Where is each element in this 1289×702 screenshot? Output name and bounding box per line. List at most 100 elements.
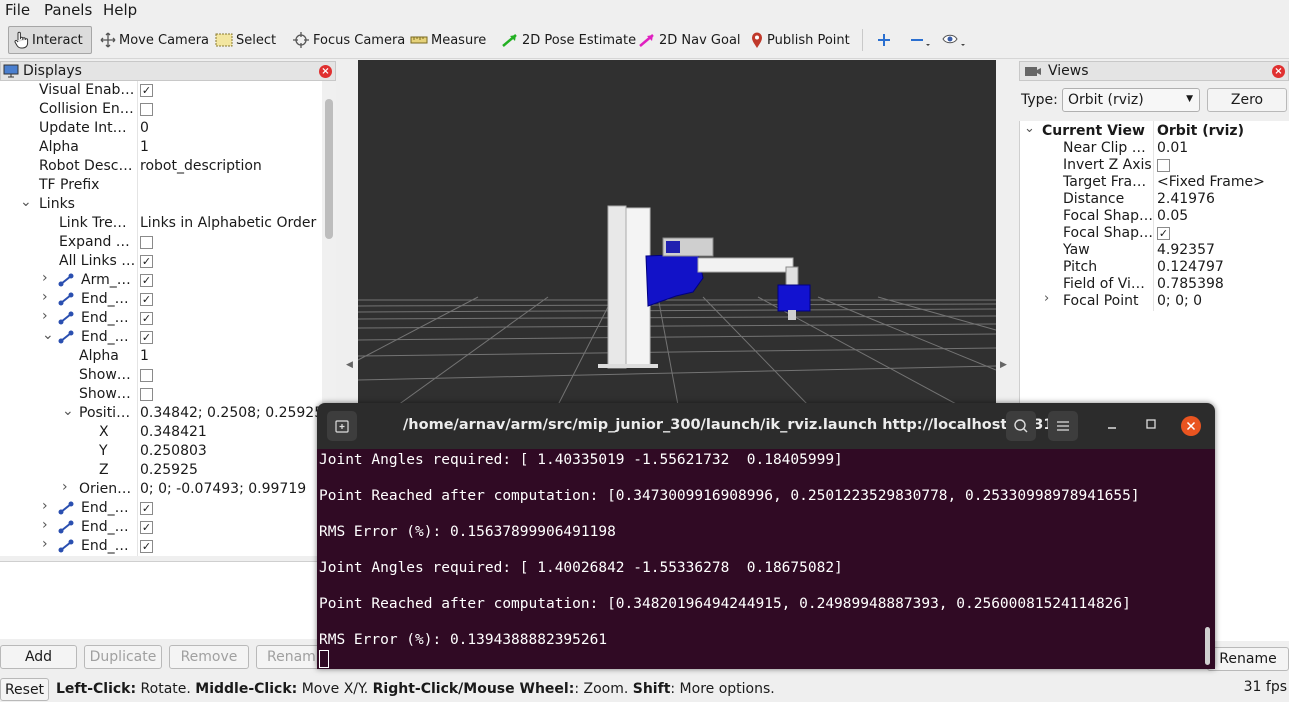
display-property-row[interactable]: Robot Desc… robot_description xyxy=(0,157,322,176)
property-value[interactable]: Orbit (rviz) xyxy=(1157,123,1244,139)
display-property-row[interactable]: Show… xyxy=(0,366,322,385)
display-property-row[interactable]: › End_… ✓ xyxy=(0,289,322,309)
chevron-down-icon[interactable]: ⌄ xyxy=(1024,121,1035,136)
property-value[interactable]: 0; 0; 0 xyxy=(1157,293,1202,309)
view-options-button[interactable] xyxy=(938,26,973,54)
checkbox[interactable]: ✓ xyxy=(140,331,153,344)
view-property-row[interactable]: Near Clip … 0.01 xyxy=(1020,140,1289,157)
property-value[interactable]: 0.785398 xyxy=(1157,276,1224,292)
property-value[interactable]: Links in Alphabetic Order xyxy=(140,215,316,231)
left-splitter-arrow[interactable]: ◀ xyxy=(346,360,353,370)
display-property-row[interactable]: TF Prefix xyxy=(0,176,322,195)
property-value[interactable]: 0; 0; -0.07493; 0.99719 xyxy=(140,481,306,497)
property-value[interactable]: 0.250803 xyxy=(140,443,207,459)
view-property-row[interactable]: Target Fra… <Fixed Frame> xyxy=(1020,174,1289,191)
pose-estimate-tool[interactable]: 2D Pose Estimate xyxy=(497,26,640,54)
checkbox[interactable]: ✓ xyxy=(140,312,153,325)
property-value[interactable]: 0.124797 xyxy=(1157,259,1224,275)
property-value[interactable]: 0 xyxy=(140,120,149,136)
menu-file[interactable]: File xyxy=(5,1,30,19)
property-value[interactable]: 1 xyxy=(140,348,149,364)
hamburger-menu-button[interactable] xyxy=(1048,411,1078,441)
chevron-down-icon[interactable]: ⌄ xyxy=(42,327,54,343)
display-property-row[interactable]: Y 0.250803 xyxy=(0,442,322,461)
property-value[interactable]: 1 xyxy=(140,139,149,155)
view-property-row[interactable]: Field of Vi… 0.785398 xyxy=(1020,276,1289,293)
reset-button[interactable]: Reset xyxy=(0,678,49,701)
search-button[interactable] xyxy=(1006,411,1036,441)
chevron-right-icon[interactable]: › xyxy=(62,479,68,495)
display-property-row[interactable]: › End_… ✓ xyxy=(0,498,322,518)
display-property-row[interactable]: Update Int… 0 xyxy=(0,119,322,138)
duplicate-display-button[interactable]: Duplicate xyxy=(84,645,162,669)
chevron-down-icon[interactable]: ⌄ xyxy=(62,403,74,419)
rename-display-button[interactable]: Renam xyxy=(256,645,322,669)
view-property-row[interactable]: Yaw 4.92357 xyxy=(1020,242,1289,259)
display-property-row[interactable]: Z 0.25925 xyxy=(0,461,322,480)
nav-goal-tool[interactable]: 2D Nav Goal xyxy=(634,26,745,54)
property-value[interactable]: 0.25925 xyxy=(140,462,198,478)
display-property-row[interactable]: All Links … ✓ xyxy=(0,252,322,271)
checkbox[interactable]: ✓ xyxy=(140,293,153,306)
view-property-row[interactable]: Focal Point › 0; 0; 0 xyxy=(1020,291,1289,310)
remove-display-button[interactable]: Remove xyxy=(169,645,249,669)
display-property-row[interactable]: ⌄ End_… ✓ xyxy=(0,327,322,347)
checkbox[interactable]: ✓ xyxy=(140,274,153,287)
display-property-row[interactable]: › Arm_… ✓ xyxy=(0,270,322,290)
display-property-row[interactable]: Visual Enab… ✓ xyxy=(0,81,322,100)
display-property-row[interactable]: X 0.348421 xyxy=(0,423,322,442)
checkbox[interactable]: ✓ xyxy=(140,255,153,268)
chevron-right-icon[interactable]: › xyxy=(1044,291,1049,306)
chevron-right-icon[interactable]: › xyxy=(42,517,48,533)
display-property-row[interactable]: Collision En… xyxy=(0,100,322,119)
add-display-button[interactable]: Add xyxy=(0,645,77,669)
render-viewport[interactable] xyxy=(358,60,996,405)
property-value[interactable]: 4.92357 xyxy=(1157,242,1215,258)
checkbox[interactable]: ✓ xyxy=(140,521,153,534)
menu-panels[interactable]: Panels xyxy=(44,1,92,19)
chevron-right-icon[interactable]: › xyxy=(42,270,48,286)
checkbox[interactable] xyxy=(140,388,153,401)
display-property-row[interactable]: › Orien… 0; 0; -0.07493; 0.99719 xyxy=(0,479,322,499)
add-tool-button[interactable] xyxy=(872,26,899,54)
minimize-button[interactable] xyxy=(1106,417,1118,437)
view-property-row[interactable]: Focal Shap… 0.05 xyxy=(1020,208,1289,225)
display-property-row[interactable]: ⌄ Positi… 0.34842; 0.2508; 0.25925 xyxy=(0,403,323,423)
chevron-right-icon[interactable]: › xyxy=(42,498,48,514)
chevron-right-icon[interactable]: › xyxy=(42,289,48,305)
focus-camera-tool[interactable]: Focus Camera xyxy=(288,26,409,54)
chevron-right-icon[interactable]: › xyxy=(42,536,48,552)
property-value[interactable]: <Fixed Frame> xyxy=(1157,174,1265,190)
close-icon[interactable]: × xyxy=(1272,65,1285,78)
maximize-button[interactable] xyxy=(1145,418,1157,434)
chevron-down-icon[interactable]: ⌄ xyxy=(20,194,32,210)
display-property-row[interactable]: › End_… ✓ xyxy=(0,536,322,556)
measure-tool[interactable]: Measure xyxy=(406,26,490,54)
display-property-row[interactable]: Link Tre… Links in Alphabetic Order xyxy=(0,214,322,233)
interact-tool[interactable]: Interact xyxy=(8,26,92,54)
display-property-row[interactable]: › End_… ✓ xyxy=(0,308,322,328)
remove-tool-button[interactable] xyxy=(905,26,938,54)
view-property-row[interactable]: Pitch 0.124797 xyxy=(1020,259,1289,276)
select-tool[interactable]: Select xyxy=(211,26,280,54)
checkbox[interactable] xyxy=(140,103,153,116)
checkbox[interactable]: ✓ xyxy=(140,540,153,553)
property-value[interactable]: 2.41976 xyxy=(1157,191,1215,207)
property-value[interactable]: 0.34842; 0.2508; 0.25925 xyxy=(140,405,323,421)
close-icon[interactable]: × xyxy=(319,65,332,78)
scrollbar-thumb[interactable] xyxy=(325,99,333,239)
checkbox[interactable] xyxy=(140,236,153,249)
new-tab-button[interactable] xyxy=(327,411,357,441)
display-property-row[interactable]: Alpha 1 xyxy=(0,347,322,366)
property-value[interactable]: 0.01 xyxy=(1157,140,1188,156)
checkbox[interactable] xyxy=(140,369,153,382)
display-property-row[interactable]: › End_… ✓ xyxy=(0,517,322,537)
checkbox[interactable]: ✓ xyxy=(1157,227,1170,240)
display-property-row[interactable]: ⌄ Links xyxy=(0,194,322,214)
rename-view-button[interactable]: Rename xyxy=(1207,647,1289,671)
view-property-row[interactable]: Current View ⌄ Orbit (rviz) xyxy=(1020,121,1289,140)
display-property-row[interactable]: Alpha 1 xyxy=(0,138,322,157)
view-property-row[interactable]: Distance 2.41976 xyxy=(1020,191,1289,208)
move-camera-tool[interactable]: Move Camera xyxy=(96,26,213,54)
checkbox[interactable]: ✓ xyxy=(140,84,153,97)
